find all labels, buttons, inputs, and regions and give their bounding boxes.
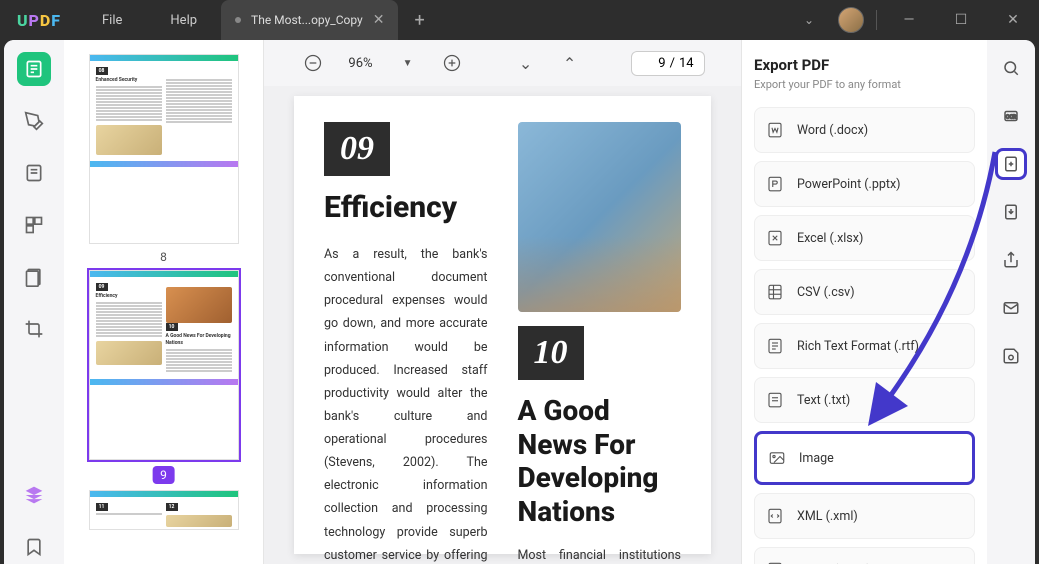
minimize-button[interactable]: — xyxy=(889,0,929,40)
body-text: Most financial institutions are struggli… xyxy=(518,544,682,564)
csv-icon xyxy=(765,282,785,302)
page-total: 14 xyxy=(679,56,694,71)
export-html[interactable]: HTML (.html) xyxy=(754,547,975,564)
page-current-field[interactable] xyxy=(642,56,666,71)
tab-indicator-icon xyxy=(235,17,241,23)
export-powerpoint[interactable]: PowerPoint (.pptx) xyxy=(754,161,975,207)
export-title: Export PDF xyxy=(754,56,975,74)
chevron-down-icon[interactable]: ⌄ xyxy=(792,13,826,27)
save-button[interactable] xyxy=(995,340,1027,372)
document-page: 09 Efficiency As a result, the bank's co… xyxy=(294,96,711,554)
bookmark-tool[interactable] xyxy=(17,530,51,564)
right-toolbar: OCR xyxy=(987,40,1035,564)
thumbnail-panel: 08 Enhanced Security 8 09 xyxy=(64,40,264,564)
titlebar: UPDF File Help The Most...opy_Copy ✕ + ⌄… xyxy=(0,0,1039,40)
menu-file[interactable]: File xyxy=(78,13,146,28)
tab-close-icon[interactable]: ✕ xyxy=(373,12,385,28)
zoom-value: 96% xyxy=(344,56,376,71)
html-icon xyxy=(765,560,785,564)
powerpoint-icon xyxy=(765,174,785,194)
new-tab-button[interactable]: + xyxy=(398,10,440,31)
export-label: Text (.txt) xyxy=(797,393,850,408)
export-label: Word (.docx) xyxy=(797,123,868,138)
export-word[interactable]: Word (.docx) xyxy=(754,107,975,153)
close-button[interactable]: ✕ xyxy=(993,0,1033,40)
export-excel[interactable]: Excel (.xlsx) xyxy=(754,215,975,261)
export-pdf-button[interactable] xyxy=(995,148,1027,180)
page-input[interactable]: / 14 xyxy=(631,51,705,76)
layers-tool[interactable] xyxy=(17,478,51,512)
export-xml[interactable]: XML (.xml) xyxy=(754,493,975,539)
thumbnail-page-8[interactable]: 08 Enhanced Security 8 xyxy=(89,54,239,264)
page-tool[interactable] xyxy=(17,260,51,294)
tab-title: The Most...opy_Copy xyxy=(251,13,363,27)
page-sep: / xyxy=(670,56,675,71)
text-icon xyxy=(765,390,785,410)
thumbnail-page-10[interactable]: 11 12 xyxy=(89,490,239,530)
divider xyxy=(876,10,877,30)
user-avatar[interactable] xyxy=(838,7,864,33)
share-button[interactable] xyxy=(995,244,1027,276)
zoom-out-button[interactable] xyxy=(300,50,326,76)
export-csv[interactable]: CSV (.csv) xyxy=(754,269,975,315)
annotate-tool[interactable] xyxy=(17,104,51,138)
rtf-icon xyxy=(765,336,785,356)
reader-tool[interactable] xyxy=(17,52,51,86)
app-logo: UPDF xyxy=(0,11,78,30)
document-image xyxy=(518,122,682,312)
left-toolbar xyxy=(4,40,64,564)
export-rtf[interactable]: Rich Text Format (.rtf) xyxy=(754,323,975,369)
section-number: 10 xyxy=(518,326,584,380)
thumbnail-page-9[interactable]: 09 Efficiency 10 A Good News For Develop… xyxy=(89,270,239,484)
section-number: 09 xyxy=(324,122,390,176)
ocr-button[interactable]: OCR xyxy=(995,100,1027,132)
export-label: Image xyxy=(799,451,834,466)
email-button[interactable] xyxy=(995,292,1027,324)
export-panel: Export PDF Export your PDF to any format… xyxy=(741,40,987,564)
thumb-label: 8 xyxy=(89,250,239,264)
export-label: XML (.xml) xyxy=(797,509,858,524)
export-label: CSV (.csv) xyxy=(797,285,855,300)
search-button[interactable] xyxy=(995,52,1027,84)
zoom-in-button[interactable] xyxy=(439,50,465,76)
document-tab[interactable]: The Most...opy_Copy ✕ xyxy=(221,0,398,40)
thumb-label-current: 9 xyxy=(152,466,175,484)
organize-tool[interactable] xyxy=(17,208,51,242)
export-image[interactable]: Image xyxy=(754,431,975,485)
crop-tool[interactable] xyxy=(17,312,51,346)
edit-tool[interactable] xyxy=(17,156,51,190)
scroll-down-button[interactable]: ⌄ xyxy=(513,50,539,76)
maximize-button[interactable]: ☐ xyxy=(941,0,981,40)
document-area: 96% ▼ ⌄ ⌃ / 14 09 Efficiency As a result… xyxy=(264,40,741,564)
convert-button[interactable] xyxy=(995,196,1027,228)
export-label: Rich Text Format (.rtf) xyxy=(797,339,919,354)
document-toolbar: 96% ▼ ⌄ ⌃ / 14 xyxy=(264,40,741,86)
image-icon xyxy=(767,448,787,468)
export-text[interactable]: Text (.txt) xyxy=(754,377,975,423)
section-heading: A Good News For Developing Nations xyxy=(518,394,682,528)
export-label: PowerPoint (.pptx) xyxy=(797,177,901,192)
section-heading: Efficiency xyxy=(324,190,488,225)
export-subtitle: Export your PDF to any format xyxy=(754,78,975,91)
svg-text:OCR: OCR xyxy=(1006,114,1017,120)
word-icon xyxy=(765,120,785,140)
menu-help[interactable]: Help xyxy=(146,13,221,28)
zoom-dropdown[interactable]: ▼ xyxy=(395,50,421,76)
export-label: Excel (.xlsx) xyxy=(797,231,863,246)
excel-icon xyxy=(765,228,785,248)
body-text: As a result, the bank's conventional doc… xyxy=(324,243,488,564)
scroll-up-button[interactable]: ⌃ xyxy=(557,50,583,76)
xml-icon xyxy=(765,506,785,526)
